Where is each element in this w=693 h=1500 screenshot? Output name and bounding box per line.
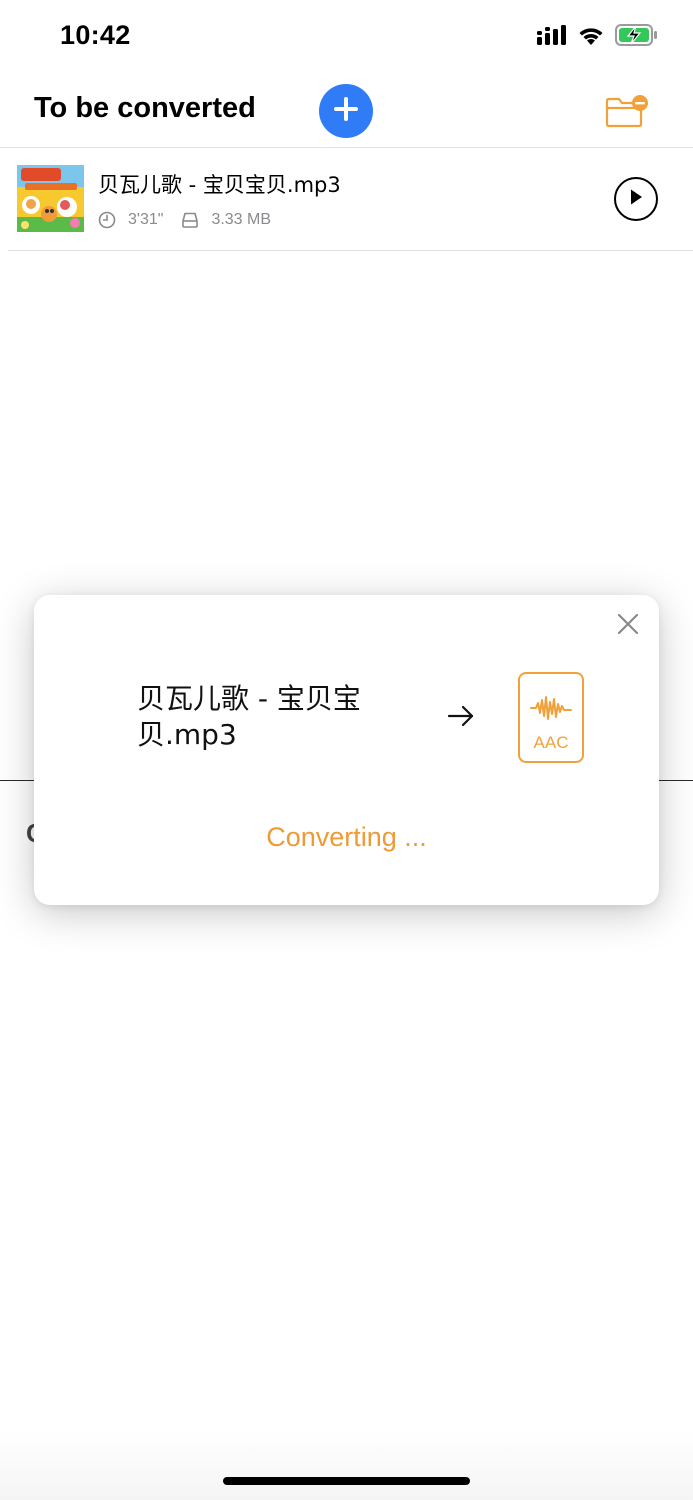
battery-charging-icon — [615, 24, 659, 51]
wifi-icon — [577, 24, 605, 51]
status-bar: 10:42 — [0, 0, 693, 76]
conversion-dialog: 贝瓦儿歌 - 宝贝宝贝.mp3 AAC Converting ... — [34, 595, 659, 905]
conversion-status: Converting ... — [266, 822, 427, 852]
source-file-name: 贝瓦儿歌 - 宝贝宝贝.mp3 — [137, 682, 361, 751]
add-button[interactable] — [319, 84, 373, 138]
storage-icon — [181, 211, 199, 229]
file-name: 贝瓦儿歌 - 宝贝宝贝.mp3 — [98, 173, 341, 197]
file-duration: 3'31" — [128, 211, 164, 228]
file-size: 3.33 MB — [211, 211, 272, 228]
clock-icon — [98, 211, 116, 229]
cellular-signal-icon — [537, 25, 567, 50]
play-icon — [628, 188, 644, 211]
target-format-label: AAC — [533, 733, 569, 752]
file-meta: 3'31" 3.33 MB — [98, 211, 271, 229]
close-button[interactable] — [615, 611, 641, 637]
header: To be converted — [0, 76, 693, 148]
target-format-badge: AAC — [518, 672, 584, 763]
waveform-icon — [530, 694, 572, 727]
plus-icon — [333, 96, 359, 127]
list-item[interactable]: 贝瓦儿歌 - 宝贝宝贝.mp3 3'31" 3.33 MB — [8, 149, 693, 251]
album-thumbnail — [17, 165, 84, 232]
folder-remove-icon — [605, 95, 649, 132]
bottom-fade — [0, 1430, 693, 1500]
status-icons — [537, 24, 659, 51]
arrow-right-icon — [447, 705, 475, 732]
folder-remove-button[interactable] — [605, 94, 649, 128]
home-indicator[interactable] — [223, 1477, 470, 1485]
play-button[interactable] — [614, 177, 658, 221]
close-icon — [615, 613, 641, 641]
page-title: To be converted — [34, 92, 256, 124]
status-time: 10:42 — [60, 20, 131, 50]
